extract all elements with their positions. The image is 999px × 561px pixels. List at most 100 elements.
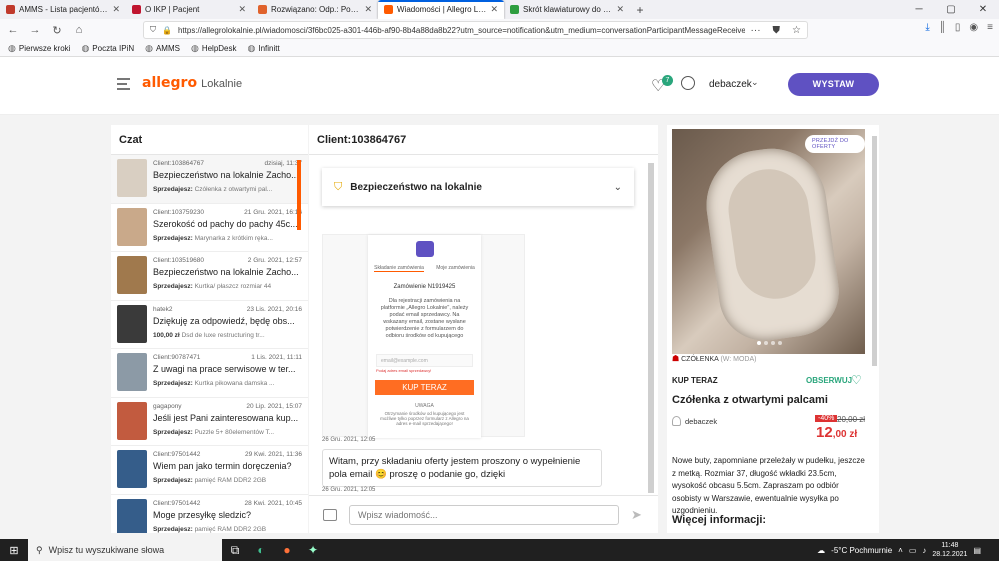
- hamburger-menu-icon[interactable]: [117, 78, 130, 93]
- product-category[interactable]: ☗ CZÓŁENKA (W: MODA): [672, 354, 756, 363]
- bookmark-item[interactable]: ◍ Poczta IPiN: [81, 43, 134, 54]
- message-composer: ➤: [309, 495, 658, 533]
- more-icon[interactable]: ···: [751, 25, 767, 36]
- task-view-icon[interactable]: ⧉: [222, 543, 248, 558]
- item-name: Kurtka/ płaszcz rozmiar 44: [194, 283, 272, 290]
- message-input[interactable]: [349, 504, 619, 525]
- tab-close-icon[interactable]: ✕: [238, 4, 246, 15]
- conversation-item[interactable]: Client:103519680 2 Gru. 2021, 12:57 Bezpie…: [111, 252, 308, 301]
- conversation-subject: Z uwagi na prace serwisowe w ter...: [153, 364, 296, 374]
- wystaw-button[interactable]: WYSTAW: [788, 73, 879, 96]
- library-icon[interactable]: ║: [939, 22, 946, 33]
- pocket-icon[interactable]: ⛊: [773, 25, 787, 36]
- product-image[interactable]: PRZEJDŹ DO OFERTY: [672, 129, 865, 354]
- carousel-dots[interactable]: [757, 341, 782, 345]
- browser-tab[interactable]: O IKP | Pacjent ✕: [126, 0, 252, 19]
- chevron-down-icon[interactable]: ⌄: [751, 77, 759, 88]
- tab-title: Rozwiązano: Odp.: Potwierdzen: [271, 5, 361, 14]
- message-bubble: Witam, przy składaniu oferty jestem pros…: [322, 449, 602, 487]
- conversation-item[interactable]: hatek2 23 Lis. 2021, 20:16 Dziękuję za odp…: [111, 301, 308, 349]
- item-thumbnail: [117, 256, 147, 294]
- scrollbar[interactable]: [648, 163, 654, 493]
- conversation-item[interactable]: gagapony 20 Lip. 2021, 15:07 Jeśli jest Pa…: [111, 398, 308, 446]
- taskbar-search[interactable]: ⚲ Wpisz tu wyszukiwane słowa: [28, 539, 222, 561]
- bookmark-item[interactable]: ◍ Pierwsze kroki: [8, 43, 70, 54]
- conversation-item[interactable]: Client:90787471 1 Lis. 2021, 11:11 Z uwagi…: [111, 349, 308, 398]
- network-icon[interactable]: ▭: [909, 546, 917, 555]
- tray-up-icon[interactable]: ˄: [898, 546, 903, 555]
- conversation-list[interactable]: Client:103864767 dzisiaj, 11:37 Bezpieczeń…: [111, 155, 308, 533]
- new-tab-icon[interactable]: +: [630, 3, 650, 17]
- phone-kup-button: KUP TERAZ: [375, 380, 474, 395]
- tab-title: O IKP | Pacjent: [145, 5, 200, 14]
- download-icon[interactable]: ⤓: [925, 22, 929, 33]
- lock-icon[interactable]: 🔒: [162, 26, 172, 35]
- minimize-icon[interactable]: ─: [903, 0, 935, 19]
- browser-tab[interactable]: Skrót klawiaturowy do funkcji P ✕: [504, 0, 630, 19]
- send-icon[interactable]: ➤: [631, 507, 642, 523]
- favorites-badge: 7: [662, 75, 673, 86]
- go-to-offer-button[interactable]: PRZEJDŹ DO OFERTY: [805, 135, 865, 153]
- obserwuj-button[interactable]: OBSERWUJ: [806, 376, 852, 385]
- back-icon[interactable]: ←: [5, 24, 21, 36]
- username[interactable]: debaczek: [709, 79, 752, 90]
- browser-tab-bar: AMMS - Lista pacjentów - Klini✕O IKP | P…: [0, 0, 999, 19]
- firefox-icon[interactable]: ●: [274, 543, 300, 557]
- seller[interactable]: debaczek: [672, 416, 717, 426]
- shield-icon[interactable]: ⛉: [150, 25, 156, 35]
- system-tray: ☁ -5°C Pochmurnie ˄ ▭ ♪ 11:48 28.12.2021 …: [817, 539, 999, 561]
- seller-label: Sprzedajesz:: [153, 283, 193, 290]
- item-thumbnail: [117, 498, 147, 533]
- browser-tab[interactable]: AMMS - Lista pacjentów - Klini ✕: [0, 0, 126, 19]
- category-icon: ☗: [672, 354, 680, 363]
- url-bar[interactable]: ⛉ 🔒 https://allegrolokalnie.pl/wiadomosc…: [143, 21, 808, 39]
- tab-close-icon[interactable]: ✕: [490, 4, 498, 15]
- tab-close-icon[interactable]: ✕: [112, 4, 120, 15]
- conversation-item[interactable]: Client:103864767 dzisiaj, 11:37 Bezpieczeń…: [111, 155, 308, 204]
- close-window-icon[interactable]: ✕: [967, 0, 999, 19]
- client-name: Client:103759230: [153, 208, 204, 216]
- bookmark-item[interactable]: ◍ AMMS: [145, 43, 180, 54]
- tab-close-icon[interactable]: ✕: [364, 4, 372, 15]
- sidebar-icon[interactable]: ▯: [955, 22, 961, 33]
- maximize-icon[interactable]: ▢: [935, 0, 967, 19]
- app-icon[interactable]: ✦: [300, 543, 326, 557]
- edge-icon[interactable]: ◐: [248, 543, 274, 557]
- attach-image-icon[interactable]: [323, 508, 337, 521]
- conversation-item[interactable]: Client:97501442 28 Kwi. 2021, 10:45 Moge p…: [111, 495, 308, 533]
- conversation-item[interactable]: Client:103759230 21 Gru. 2021, 16:16 Szero…: [111, 204, 308, 252]
- account-icon[interactable]: ◉: [969, 22, 978, 33]
- bookmark-item[interactable]: ◍ HelpDesk: [191, 43, 237, 54]
- tab-close-icon[interactable]: ✕: [616, 4, 624, 15]
- conversation-subject: Szerokość od pachy do pachy 45c...: [153, 218, 298, 229]
- item-name: Czółenka z otwartymi pal...: [194, 186, 273, 193]
- seller-label: 100,00 zł: [153, 331, 180, 339]
- product-title: Czółenka z otwartymi palcami: [672, 394, 828, 406]
- menu-icon[interactable]: ≡: [987, 22, 993, 33]
- conversation-item[interactable]: Client:97501442 29 Kwi. 2021, 11:36 Wiem p…: [111, 446, 308, 495]
- allegro-logo[interactable]: allegro Lokalnie: [142, 75, 242, 91]
- star-icon[interactable]: ☆: [792, 25, 807, 36]
- url-text[interactable]: https://allegrolokalnie.pl/wiadomosci/3f…: [178, 26, 745, 35]
- clock[interactable]: 11:48 28.12.2021: [932, 541, 967, 559]
- bookmark-item[interactable]: ◍ Infinitt: [248, 43, 280, 54]
- browser-tab[interactable]: Wiadomości | Allegro Lokalnie✕: [378, 0, 504, 19]
- message-image[interactable]: Składanie zamówienia Moje zamówienia Zam…: [322, 234, 525, 438]
- scrollbar[interactable]: [871, 128, 878, 528]
- forward-icon[interactable]: →: [27, 24, 43, 36]
- client-name: hatek2: [153, 305, 173, 313]
- notification-icon[interactable]: ▤: [973, 546, 981, 555]
- chat-bubble-icon[interactable]: [681, 76, 695, 90]
- chevron-down-icon[interactable]: ⌄: [614, 182, 622, 193]
- security-accordion[interactable]: ⛉ Bezpieczeństwo na lokalnie ⌄: [322, 168, 634, 206]
- home-icon[interactable]: ⌂: [71, 24, 87, 36]
- windows-start-icon[interactable]: ⊞: [0, 544, 28, 557]
- heart-icon[interactable]: ♡: [851, 373, 862, 387]
- search-placeholder: Wpisz tu wyszukiwane słowa: [48, 545, 165, 555]
- browser-tab[interactable]: Rozwiązano: Odp.: Potwierdzen✕: [252, 0, 378, 19]
- item-thumbnail: [117, 353, 147, 391]
- volume-icon[interactable]: ♪: [922, 546, 926, 555]
- item-name: Puzzle 5+ 80elementów T...: [194, 428, 275, 436]
- reload-icon[interactable]: ↻: [49, 24, 65, 37]
- weather-text[interactable]: -5°C Pochmurnie: [831, 546, 892, 555]
